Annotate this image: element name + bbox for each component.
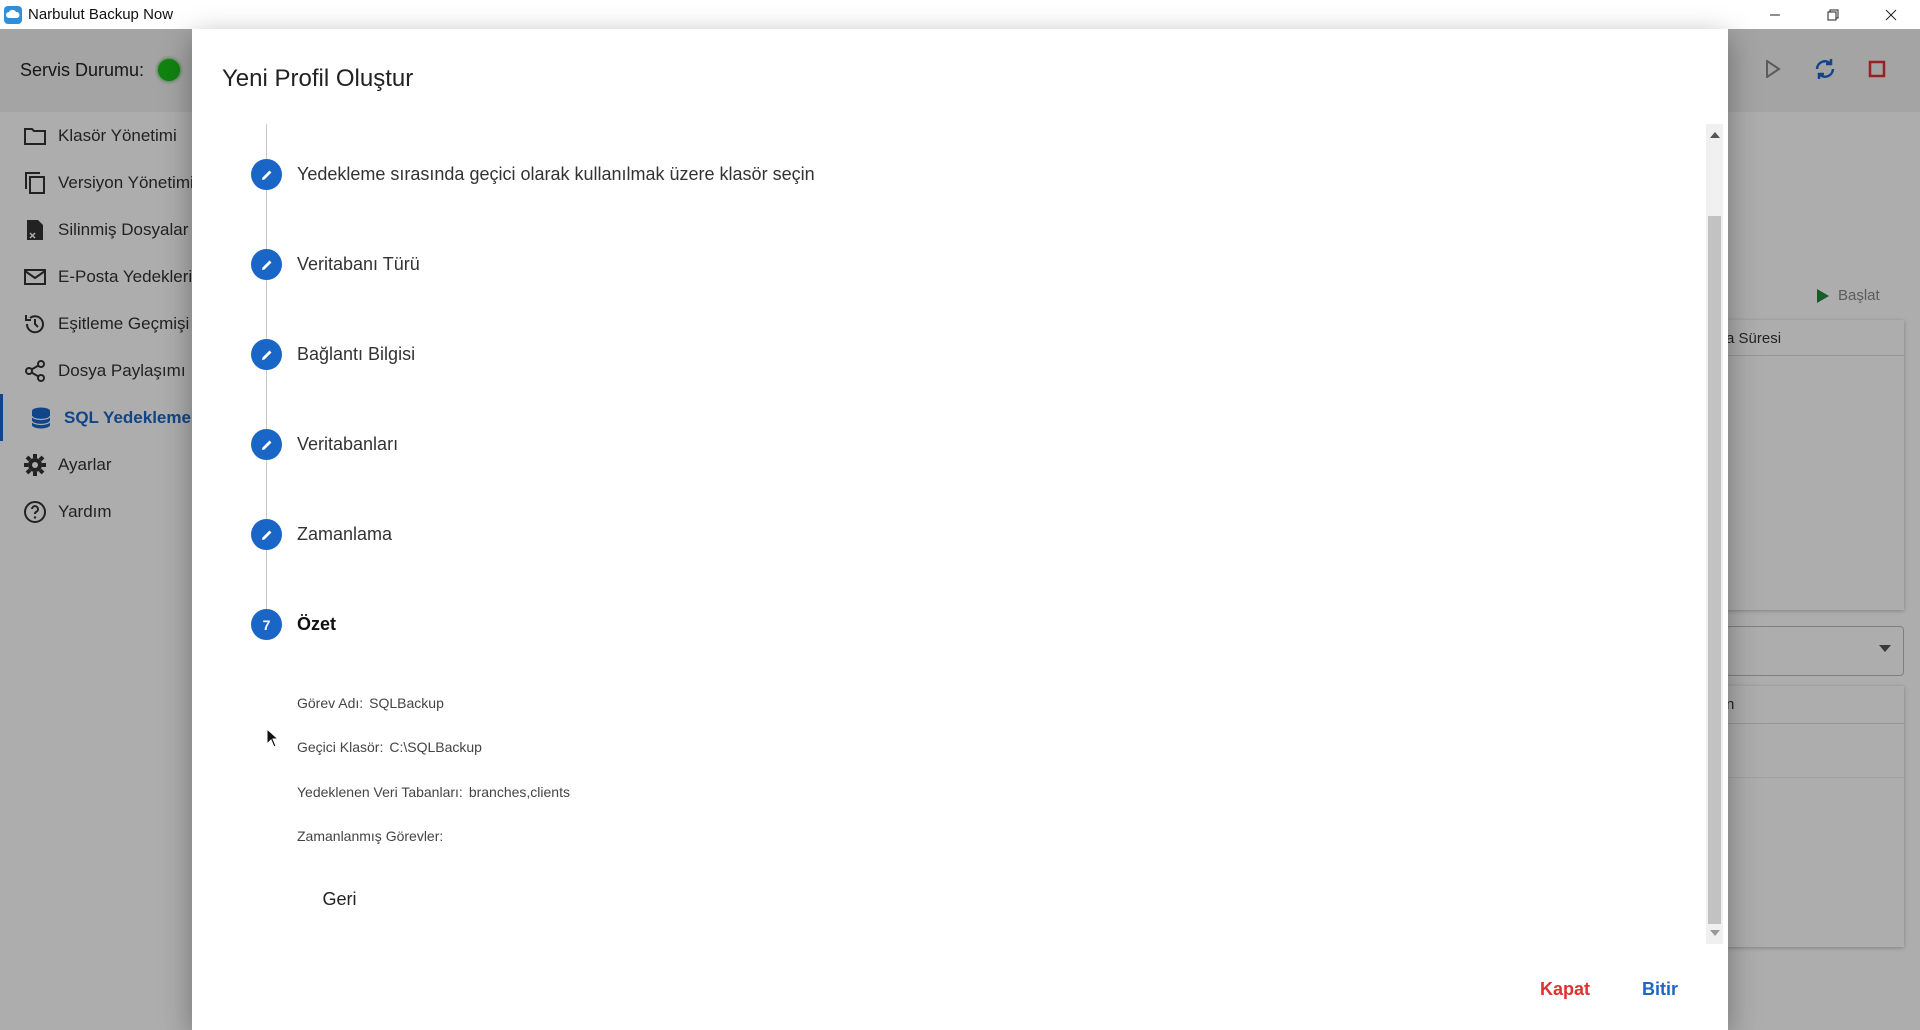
step-connector [266, 124, 267, 159]
summary-temp-folder: Geçici Klasör: C:\SQLBackup [297, 739, 482, 755]
new-profile-dialog: Yeni Profil Oluştur Yedekleme sırasında … [192, 29, 1728, 1030]
summary-label: Görev Adı: [297, 695, 364, 711]
step-connection-info[interactable]: Bağlantı Bilgisi [251, 339, 415, 370]
mouse-cursor-icon [266, 728, 280, 748]
app-logo-icon [4, 5, 22, 24]
step-connector [266, 460, 267, 519]
scroll-down-icon[interactable] [1710, 930, 1720, 936]
step-connector [266, 190, 267, 249]
pencil-icon [251, 519, 282, 550]
restore-button[interactable] [1804, 0, 1862, 29]
step-label: Veritabanı Türü [297, 254, 420, 274]
summary-label: Yedeklenen Veri Tabanları: [297, 784, 463, 800]
step-scheduling[interactable]: Zamanlama [251, 519, 392, 550]
title-bar: Narbulut Backup Now [0, 0, 1920, 29]
step-label: Veritabanları [297, 434, 399, 454]
summary-scheduled-tasks: Zamanlanmış Görevler: [297, 828, 449, 844]
summary-databases: Yedeklenen Veri Tabanları: branches,clien… [297, 784, 570, 800]
pencil-icon [251, 429, 282, 460]
back-button[interactable]: Geri [297, 881, 382, 917]
step-databases[interactable]: Veritabanları [251, 429, 398, 460]
pencil-icon [251, 159, 282, 190]
step-number: 7 [251, 609, 282, 640]
step-connector [266, 370, 267, 429]
step-database-type[interactable]: Veritabanı Türü [251, 249, 420, 280]
scrollbar-thumb[interactable] [1708, 216, 1721, 924]
step-connector [266, 550, 267, 609]
step-label: Bağlantı Bilgisi [297, 344, 416, 364]
scroll-up-icon[interactable] [1710, 132, 1720, 138]
stepper: Yedekleme sırasında geçici olarak kullan… [192, 124, 1706, 944]
summary-value: branches,clients [468, 784, 570, 800]
summary-task-name: Görev Adı: SQLBackup [297, 695, 444, 711]
scrollbar[interactable] [1706, 124, 1723, 944]
summary-label: Zamanlanmış Görevler: [297, 828, 444, 844]
step-temp-folder[interactable]: Yedekleme sırasında geçici olarak kullan… [251, 159, 815, 190]
pencil-icon [251, 249, 282, 280]
close-window-button[interactable] [1862, 0, 1920, 29]
finish-button[interactable]: Bitir [1642, 979, 1678, 1000]
close-button[interactable]: Kapat [1540, 979, 1590, 1000]
step-summary[interactable]: 7 Özet [251, 609, 336, 640]
dialog-title: Yeni Profil Oluştur [222, 65, 414, 92]
step-connector [266, 280, 267, 339]
step-label: Yedekleme sırasında geçici olarak kullan… [297, 164, 815, 184]
step-label: Özet [297, 614, 337, 634]
summary-value: SQLBackup [369, 695, 444, 711]
window-title: Narbulut Backup Now [28, 6, 174, 23]
summary-value: C:\SQLBackup [389, 739, 482, 755]
minimize-button[interactable] [1746, 0, 1804, 29]
summary-label: Geçici Klasör: [297, 739, 384, 755]
step-label: Zamanlama [297, 524, 393, 544]
pencil-icon [251, 339, 282, 370]
